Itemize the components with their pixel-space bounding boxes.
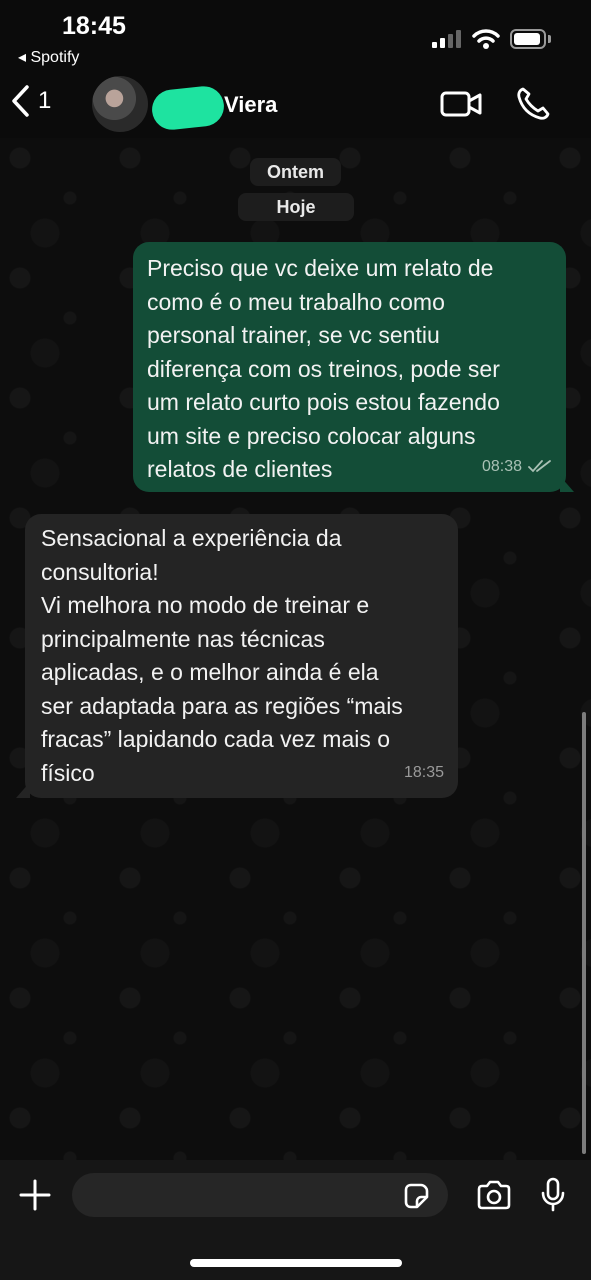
message-text: Sensacional a experiência da consultoria… [41, 525, 403, 786]
wifi-icon [472, 29, 500, 49]
redaction-scribble [150, 84, 226, 132]
message-bubble-outgoing[interactable]: Preciso que vc deixe um relato de como é… [133, 242, 566, 492]
chat-header: 1 Viera [0, 70, 591, 138]
chevron-left-icon [12, 85, 29, 117]
message-input[interactable] [72, 1173, 448, 1217]
date-chip-today: Hoje [238, 193, 354, 221]
scrollbar[interactable] [582, 712, 586, 1154]
back-button[interactable]: 1 [10, 84, 51, 118]
contact-avatar[interactable] [92, 76, 148, 132]
message-meta: 08:38 [482, 450, 552, 484]
video-call-icon[interactable] [440, 90, 482, 118]
message-meta: 18:35 [404, 756, 444, 790]
back-to-app-link[interactable]: ◂ Spotify [18, 47, 79, 67]
sticker-icon[interactable] [402, 1182, 430, 1210]
message-time: 08:38 [481, 457, 522, 475]
microphone-icon[interactable] [540, 1177, 566, 1213]
bubble-tail-outgoing [560, 476, 574, 492]
battery-icon [510, 29, 546, 49]
status-time: 18:45 [62, 12, 126, 40]
plus-icon[interactable] [18, 1178, 52, 1212]
phone-call-icon[interactable] [515, 86, 551, 122]
message-bubble-incoming[interactable]: Sensacional a experiência da consultoria… [25, 514, 458, 798]
double-check-icon [528, 460, 551, 473]
unread-count: 1 [38, 87, 52, 114]
home-indicator[interactable] [190, 1259, 402, 1267]
signal-icon [432, 30, 461, 48]
status-bar: 18:45 ◂ Spotify [0, 0, 591, 70]
date-chip-yesterday: Ontem [250, 158, 341, 186]
camera-icon[interactable] [476, 1180, 512, 1210]
battery-tip [548, 35, 551, 43]
bubble-tail-incoming [16, 782, 30, 798]
message-time: 18:35 [403, 763, 444, 781]
contact-name[interactable]: Viera [224, 92, 277, 118]
